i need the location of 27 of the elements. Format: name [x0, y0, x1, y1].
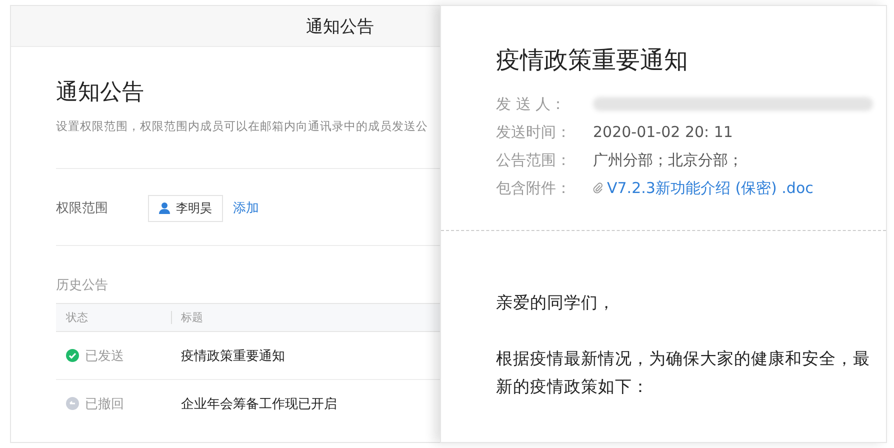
- status-text: 已发送: [85, 348, 124, 364]
- page-title: 通知公告: [56, 79, 145, 107]
- panel-header: 通知公告: [11, 6, 440, 47]
- description-text: 设置权限范围，权限范围内成员可以在邮箱内向通讯录中的成员发送公: [56, 119, 429, 134]
- paperclip-icon: [593, 182, 603, 194]
- person-icon: [159, 202, 170, 214]
- body-paragraph: 亲爱的同学们，: [496, 292, 616, 314]
- table-cell-text: 疫情政策重要通知: [180, 348, 285, 364]
- message-title: 疫情政策重要通知: [496, 45, 689, 76]
- undo-circle-icon: [66, 397, 79, 410]
- field-label: 权限范围: [56, 200, 109, 217]
- meta-label: 公告范围：: [496, 150, 572, 170]
- attachment-link[interactable]: V7.2.3新功能介绍 (保密) .doc: [593, 178, 814, 198]
- column-header: 标题: [181, 310, 203, 325]
- add-link[interactable]: 添加: [233, 199, 259, 217]
- status-text: 已撤回: [85, 396, 124, 412]
- meta-value: 2020-01-02 20: 11: [593, 123, 733, 141]
- meta-label: 包含附件：: [496, 178, 572, 198]
- meta-label: 发送时间：: [496, 122, 572, 142]
- meta-value: 广州分部；北京分部；: [593, 150, 743, 170]
- table-cell-text: 企业年会筹备工作现已开启: [180, 396, 337, 412]
- member-chip[interactable]: 李明昊: [148, 194, 223, 222]
- body-paragraph: 根据疫情最新情况，为确保大家的健康和安全，最新的疫情政策如下：: [496, 348, 871, 398]
- column-header: 状态: [66, 310, 88, 325]
- section-title: 历史公告: [56, 277, 109, 294]
- check-circle-icon: [66, 349, 79, 362]
- meta-label: 发 送 人：: [496, 94, 567, 114]
